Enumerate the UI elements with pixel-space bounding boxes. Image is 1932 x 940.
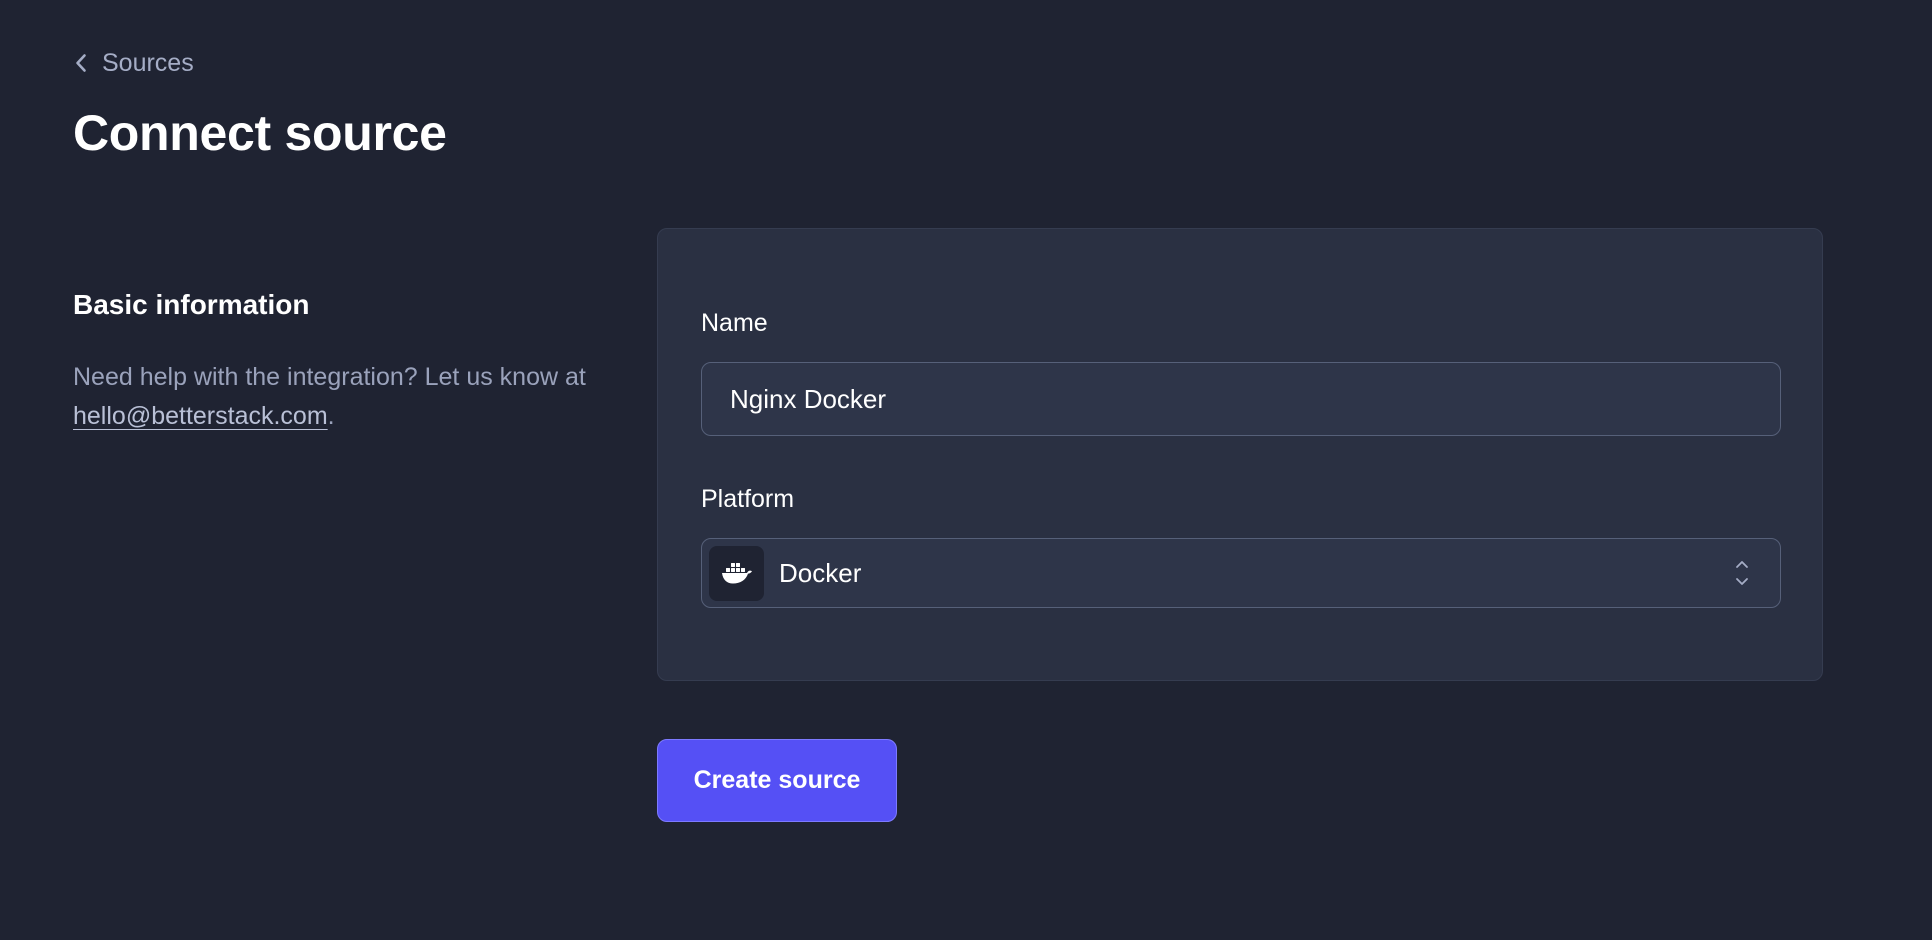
docker-whale-icon [709,545,764,601]
chevron-up-down-icon [1734,558,1750,588]
page-title: Connect source [73,105,447,161]
source-form-card: Name Platform Docker [657,228,1823,681]
platform-select-value: Docker [779,557,862,588]
help-text: Need help with the integration? Let us k… [73,358,603,436]
support-email-link[interactable]: hello@betterstack.com [73,402,328,430]
breadcrumb-label: Sources [102,48,194,77]
name-label: Name [701,309,768,337]
section-title: Basic information [73,289,310,320]
platform-label: Platform [701,485,795,513]
connect-source-page: Sources Connect source Basic information… [0,0,1932,940]
chevron-left-icon [74,52,88,74]
name-input[interactable] [701,362,1781,436]
create-source-button[interactable]: Create source [657,739,897,822]
breadcrumb-back-link[interactable]: Sources [74,46,194,80]
help-text-suffix: . [327,402,335,430]
platform-select[interactable]: Docker [701,538,1781,608]
help-text-prefix: Need help with the integration? Let us k… [73,363,586,391]
